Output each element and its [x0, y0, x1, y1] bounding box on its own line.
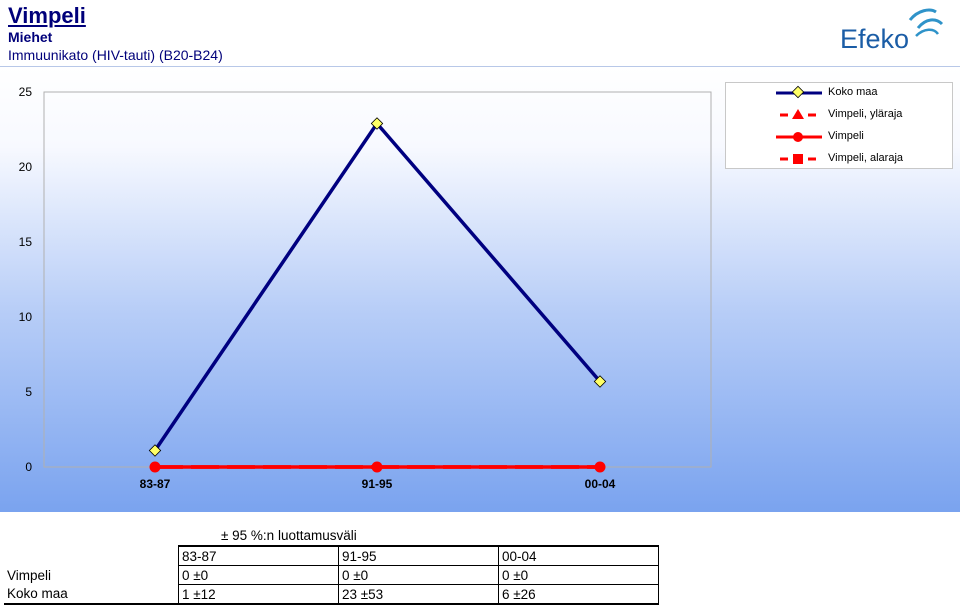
data-point — [594, 461, 606, 473]
table-row: Vimpeli 0 ±0 0 ±0 0 ±0 — [4, 565, 659, 585]
legend-label: Vimpeli — [828, 130, 864, 142]
table-header: 00-04 — [498, 545, 659, 566]
y-tick-label: 0 — [25, 460, 32, 474]
y-tick-label: 10 — [19, 310, 33, 324]
legend-item-vimpeli-ylaraja: Vimpeli, yläraja — [726, 105, 952, 127]
table-cell: 0 ±0 — [178, 565, 339, 585]
table-cell: 1 ±12 — [178, 584, 339, 605]
table-corner — [4, 546, 179, 566]
legend-vimpeli-swatch — [776, 132, 822, 142]
table-row: Koko maa 1 ±12 23 ±53 6 ±26 — [4, 584, 659, 605]
plot-frame — [43, 91, 712, 468]
legend-koko-maa-swatch — [776, 85, 822, 99]
y-tick-label: 25 — [19, 85, 33, 99]
y-tick-label: 15 — [19, 235, 33, 249]
table-header: 83-87 — [178, 545, 339, 566]
series-layer — [148, 117, 607, 473]
table-cell: 6 ±26 — [498, 584, 659, 605]
legend: Koko maa Vimpeli, yläraja Vimpeli Vimpel… — [725, 82, 953, 169]
table-header: 91-95 — [338, 545, 499, 566]
legend-alaraja-swatch — [780, 154, 816, 164]
legend-item-vimpeli-alaraja: Vimpeli, alaraja — [726, 149, 952, 171]
x-tick-label: 83-87 — [140, 477, 171, 491]
legend-item-koko-maa: Koko maa — [726, 83, 952, 105]
legend-label: Koko maa — [828, 86, 878, 98]
table-caption: ± 95 %:n luottamusväli — [221, 528, 357, 543]
table-cell: 23 ±53 — [338, 584, 499, 605]
x-axis: 83-87 91-95 00-04 — [140, 477, 616, 491]
legend-label: Vimpeli, yläraja — [828, 108, 903, 120]
data-point — [371, 461, 383, 473]
series-line-koko-maa — [153, 120, 602, 452]
legend-ylaraja-swatch — [780, 109, 816, 119]
row-label: Vimpeli — [7, 567, 52, 583]
row-label: Koko maa — [4, 584, 179, 605]
line-chart: 0 5 10 15 20 25 83-87 91-95 00-04 — [19, 85, 712, 491]
table-cell: 0 ±0 — [338, 565, 499, 585]
table-header-row: 83-87 91-95 00-04 — [4, 545, 659, 566]
y-tick-label: 20 — [19, 160, 33, 174]
y-tick-label: 5 — [25, 385, 32, 399]
data-point — [149, 461, 161, 473]
table-cell: 0 ±0 — [498, 565, 659, 585]
legend-label: Vimpeli, alaraja — [828, 152, 904, 164]
data-table: 83-87 91-95 00-04 Vimpeli 0 ±0 0 ±0 0 ±0… — [4, 545, 659, 605]
x-tick-label: 00-04 — [585, 477, 616, 491]
x-tick-label: 91-95 — [362, 477, 393, 491]
legend-item-vimpeli: Vimpeli — [726, 127, 952, 149]
